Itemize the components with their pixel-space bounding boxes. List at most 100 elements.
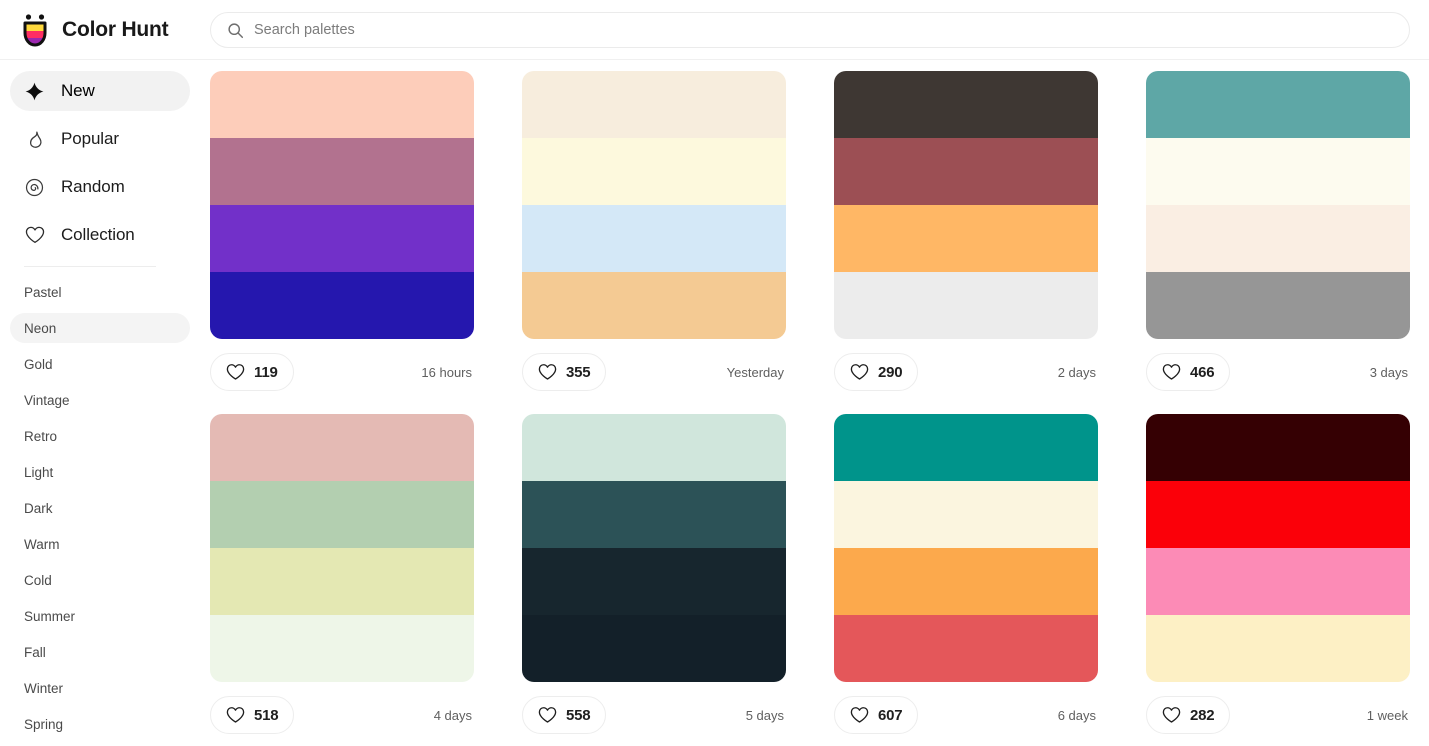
sidebar-tag-gold[interactable]: Gold xyxy=(10,349,190,379)
heart-icon xyxy=(1162,363,1181,381)
palette-swatch[interactable] xyxy=(522,138,786,205)
app-header: Color Hunt xyxy=(0,0,1429,60)
search-input[interactable] xyxy=(254,13,1393,47)
sidebar-tag-fall[interactable]: Fall xyxy=(10,637,190,667)
heart-icon xyxy=(1162,706,1181,724)
sidebar-item-collection[interactable]: Collection xyxy=(10,215,190,255)
palette-swatch[interactable] xyxy=(834,615,1098,682)
like-count: 607 xyxy=(878,706,903,724)
like-button[interactable]: 119 xyxy=(210,353,294,391)
like-button[interactable]: 518 xyxy=(210,696,295,734)
palette-card-footer: 607 6 days xyxy=(834,696,1098,734)
sidebar-tag-cold[interactable]: Cold xyxy=(10,565,190,595)
palette-swatch[interactable] xyxy=(1146,205,1410,272)
heart-icon xyxy=(850,706,869,724)
palette-swatch[interactable] xyxy=(834,548,1098,615)
palette-swatch[interactable] xyxy=(522,414,786,481)
palette-swatch[interactable] xyxy=(210,481,474,548)
like-button[interactable]: 466 xyxy=(1146,353,1231,391)
heart-icon xyxy=(226,363,245,381)
palette-swatches[interactable] xyxy=(834,414,1098,682)
palette-swatch[interactable] xyxy=(834,414,1098,481)
palette-card-footer: 466 3 days xyxy=(1146,353,1410,391)
sidebar-tag-winter[interactable]: Winter xyxy=(10,673,190,703)
like-count: 558 xyxy=(566,706,591,724)
palette-swatch[interactable] xyxy=(834,71,1098,138)
palette-card-footer: 290 2 days xyxy=(834,353,1098,391)
palette-card: 466 3 days xyxy=(1146,71,1410,391)
sidebar-tag-pastel[interactable]: Pastel xyxy=(10,277,190,307)
palette-swatch[interactable] xyxy=(1146,414,1410,481)
sparkle-diamond-icon xyxy=(24,81,45,102)
like-button[interactable]: 607 xyxy=(834,696,919,734)
palette-swatch[interactable] xyxy=(1146,71,1410,138)
like-count: 466 xyxy=(1190,363,1215,381)
palette-swatches[interactable] xyxy=(522,414,786,682)
palette-swatches[interactable] xyxy=(834,71,1098,339)
palette-timestamp: 3 days xyxy=(1369,364,1408,380)
palette-swatches[interactable] xyxy=(210,71,474,339)
sidebar-tag-warm[interactable]: Warm xyxy=(10,529,190,559)
like-button[interactable]: 355 xyxy=(522,353,607,391)
palette-swatch[interactable] xyxy=(522,481,786,548)
like-count: 290 xyxy=(878,363,903,381)
palette-swatch[interactable] xyxy=(522,548,786,615)
like-count: 119 xyxy=(254,363,278,381)
like-button[interactable]: 558 xyxy=(522,696,607,734)
like-count: 282 xyxy=(1190,706,1215,724)
palette-swatch[interactable] xyxy=(834,205,1098,272)
palette-swatch[interactable] xyxy=(210,71,474,138)
palette-swatch[interactable] xyxy=(210,548,474,615)
sidebar-item-popular[interactable]: Popular xyxy=(10,119,190,159)
sidebar: New Popular Random Collection Pastel Neon… xyxy=(0,60,200,746)
palette-swatch[interactable] xyxy=(210,414,474,481)
sidebar-item-new[interactable]: New xyxy=(10,71,190,111)
sidebar-tag-vintage[interactable]: Vintage xyxy=(10,385,190,415)
sidebar-tag-summer[interactable]: Summer xyxy=(10,601,190,631)
like-count: 355 xyxy=(566,363,591,381)
sidebar-tag-retro[interactable]: Retro xyxy=(10,421,190,451)
palette-card: 282 1 week xyxy=(1146,414,1410,734)
palette-swatches[interactable] xyxy=(522,71,786,339)
palette-swatch[interactable] xyxy=(522,205,786,272)
sidebar-item-random[interactable]: Random xyxy=(10,167,190,207)
like-button[interactable]: 282 xyxy=(1146,696,1231,734)
palette-swatch[interactable] xyxy=(210,138,474,205)
palette-swatch[interactable] xyxy=(1146,481,1410,548)
sidebar-tag-spring[interactable]: Spring xyxy=(10,709,190,739)
palette-swatches[interactable] xyxy=(210,414,474,682)
palette-swatch[interactable] xyxy=(1146,615,1410,682)
palette-card-footer: 558 5 days xyxy=(522,696,786,734)
palette-card: 290 2 days xyxy=(834,71,1098,391)
palette-swatches[interactable] xyxy=(1146,414,1410,682)
palette-swatch[interactable] xyxy=(210,615,474,682)
sidebar-nav-list: New Popular Random Collection xyxy=(0,71,200,255)
palette-card: 518 4 days xyxy=(210,414,474,734)
palette-timestamp: 2 days xyxy=(1057,364,1096,380)
palette-swatch[interactable] xyxy=(210,272,474,339)
flame-icon xyxy=(24,129,45,150)
heart-icon xyxy=(850,363,869,381)
palette-swatches[interactable] xyxy=(1146,71,1410,339)
palette-swatch[interactable] xyxy=(1146,138,1410,205)
palette-swatch[interactable] xyxy=(834,272,1098,339)
brand-logo-link[interactable]: Color Hunt xyxy=(20,13,190,47)
heart-icon xyxy=(24,225,45,246)
sidebar-item-label: Random xyxy=(61,177,125,196)
palette-swatch[interactable] xyxy=(1146,548,1410,615)
palette-swatch[interactable] xyxy=(210,205,474,272)
palette-swatch[interactable] xyxy=(834,481,1098,548)
search-icon xyxy=(227,22,244,39)
palette-swatch[interactable] xyxy=(522,615,786,682)
sidebar-tag-light[interactable]: Light xyxy=(10,457,190,487)
sidebar-tag-neon[interactable]: Neon xyxy=(10,313,190,343)
palette-swatch[interactable] xyxy=(522,272,786,339)
palette-card-footer: 355 Yesterday xyxy=(522,353,786,391)
palette-swatch[interactable] xyxy=(522,71,786,138)
sidebar-tag-dark[interactable]: Dark xyxy=(10,493,190,523)
search-bar[interactable] xyxy=(210,12,1410,48)
palette-swatch[interactable] xyxy=(834,138,1098,205)
palette-card: 558 5 days xyxy=(522,414,786,734)
palette-swatch[interactable] xyxy=(1146,272,1410,339)
like-button[interactable]: 290 xyxy=(834,353,919,391)
